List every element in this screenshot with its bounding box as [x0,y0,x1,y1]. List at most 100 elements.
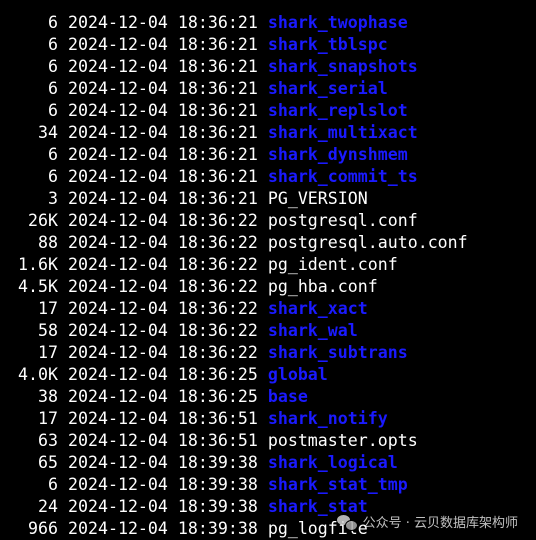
file-time: 18:39:38 [177,453,258,472]
file-size: 17 [38,299,58,318]
file-time: 18:36:22 [177,211,258,230]
listing-row: 63 2024-12-04 18:36:51 postmaster.opts [0,430,536,452]
listing-row: 17 2024-12-04 18:36:22 shark_subtrans [0,342,536,364]
file-size: 6 [48,79,58,98]
file-date: 2024-12-04 [68,189,168,208]
file-time: 18:36:21 [177,35,258,54]
file-time: 18:39:38 [177,475,258,494]
directory-name: shark_commit_ts [267,167,418,186]
file-time: 18:36:51 [177,431,258,450]
file-date: 2024-12-04 [68,431,168,450]
directory-name: shark_twophase [267,13,408,32]
file-size: 3 [48,189,58,208]
file-date: 2024-12-04 [68,321,168,340]
file-size: 34 [38,123,58,142]
listing-row: 1.6K 2024-12-04 18:36:22 pg_ident.conf [0,254,536,276]
file-date: 2024-12-04 [68,13,168,32]
file-date: 2024-12-04 [68,211,168,230]
file-size: 6 [48,35,58,54]
file-date: 2024-12-04 [68,475,168,494]
file-time: 18:39:38 [177,497,258,516]
file-time: 18:36:21 [177,101,258,120]
file-date: 2024-12-04 [68,299,168,318]
listing-row: 88 2024-12-04 18:36:22 postgresql.auto.conf [0,232,536,254]
directory-name: shark_logical [267,453,398,472]
terminal-output: 6 2024-12-04 18:36:21 shark_twophase 6 2024-1… [0,12,536,540]
file-date: 2024-12-04 [68,255,168,274]
file-name: postgresql.conf [267,211,418,230]
watermark-text: 公众号 · 云贝数据库架构师 [362,516,518,531]
file-size: 88 [38,233,58,252]
file-size: 4.0K [18,365,58,384]
file-date: 2024-12-04 [68,387,168,406]
directory-name: shark_replslot [267,101,408,120]
directory-name: shark_snapshots [267,57,418,76]
file-time: 18:36:22 [177,277,258,296]
listing-row: 6 2024-12-04 18:36:21 shark_dynshmem [0,144,536,166]
listing-row: 6 2024-12-04 18:39:38 shark_stat_tmp [0,474,536,496]
file-size: 1.6K [18,255,58,274]
file-time: 18:36:21 [177,189,258,208]
file-name: pg_hba.conf [267,277,378,296]
file-size: 6 [48,167,58,186]
listing-row: 6 2024-12-04 18:36:21 shark_tblspc [0,34,536,56]
directory-name: shark_dynshmem [267,145,408,164]
file-date: 2024-12-04 [68,343,168,362]
file-time: 18:36:22 [177,255,258,274]
file-name: pg_ident.conf [267,255,398,274]
directory-name: shark_notify [267,409,388,428]
file-time: 18:36:51 [177,409,258,428]
file-size: 6 [48,57,58,76]
file-date: 2024-12-04 [68,35,168,54]
listing-row: 38 2024-12-04 18:36:25 base [0,386,536,408]
file-time: 18:36:21 [177,79,258,98]
file-size: 4.5K [18,277,58,296]
file-size: 58 [38,321,58,340]
file-time: 18:36:22 [177,299,258,318]
file-size: 38 [38,387,58,406]
file-name: PG_VERSION [267,189,368,208]
file-time: 18:36:21 [177,57,258,76]
listing-row: 6 2024-12-04 18:36:21 shark_twophase [0,12,536,34]
file-date: 2024-12-04 [68,145,168,164]
file-listing: 6 2024-12-04 18:36:21 shark_twophase 6 2024-1… [0,12,536,540]
file-date: 2024-12-04 [68,57,168,76]
file-name: postgresql.auto.conf [267,233,468,252]
listing-row: 58 2024-12-04 18:36:22 shark_wal [0,320,536,342]
directory-name: global [267,365,328,384]
file-time: 18:36:21 [177,123,258,142]
file-time: 18:36:25 [177,365,258,384]
file-size: 17 [38,409,58,428]
file-time: 18:36:25 [177,387,258,406]
file-size: 6 [48,475,58,494]
file-size: 6 [48,101,58,120]
file-size: 26K [28,211,58,230]
listing-row: 6 2024-12-04 18:36:21 shark_snapshots [0,56,536,78]
file-size: 24 [38,497,58,516]
file-time: 18:36:22 [177,343,258,362]
directory-name: shark_xact [267,299,368,318]
file-size: 17 [38,343,58,362]
file-date: 2024-12-04 [68,167,168,186]
listing-row: 6 2024-12-04 18:36:21 shark_commit_ts [0,166,536,188]
file-date: 2024-12-04 [68,277,168,296]
directory-name: shark_tblspc [267,35,388,54]
wechat-icon [336,514,358,531]
listing-row: 34 2024-12-04 18:36:21 shark_multixact [0,122,536,144]
listing-row: 26K 2024-12-04 18:36:22 postgresql.conf [0,210,536,232]
listing-row: 3 2024-12-04 18:36:21 PG_VERSION [0,188,536,210]
file-time: 18:36:21 [177,167,258,186]
file-time: 18:36:22 [177,321,258,340]
file-date: 2024-12-04 [68,233,168,252]
listing-row: 6 2024-12-04 18:36:21 shark_serial [0,78,536,100]
file-date: 2024-12-04 [68,101,168,120]
file-date: 2024-12-04 [68,409,168,428]
watermark: 公众号 · 云贝数据库架构师 [336,512,518,531]
directory-name: shark_multixact [267,123,418,142]
file-size: 6 [48,145,58,164]
directory-name: shark_serial [267,79,388,98]
file-date: 2024-12-04 [68,123,168,142]
directory-name: shark_stat_tmp [267,475,408,494]
file-date: 2024-12-04 [68,79,168,98]
file-name: postmaster.opts [267,431,418,450]
